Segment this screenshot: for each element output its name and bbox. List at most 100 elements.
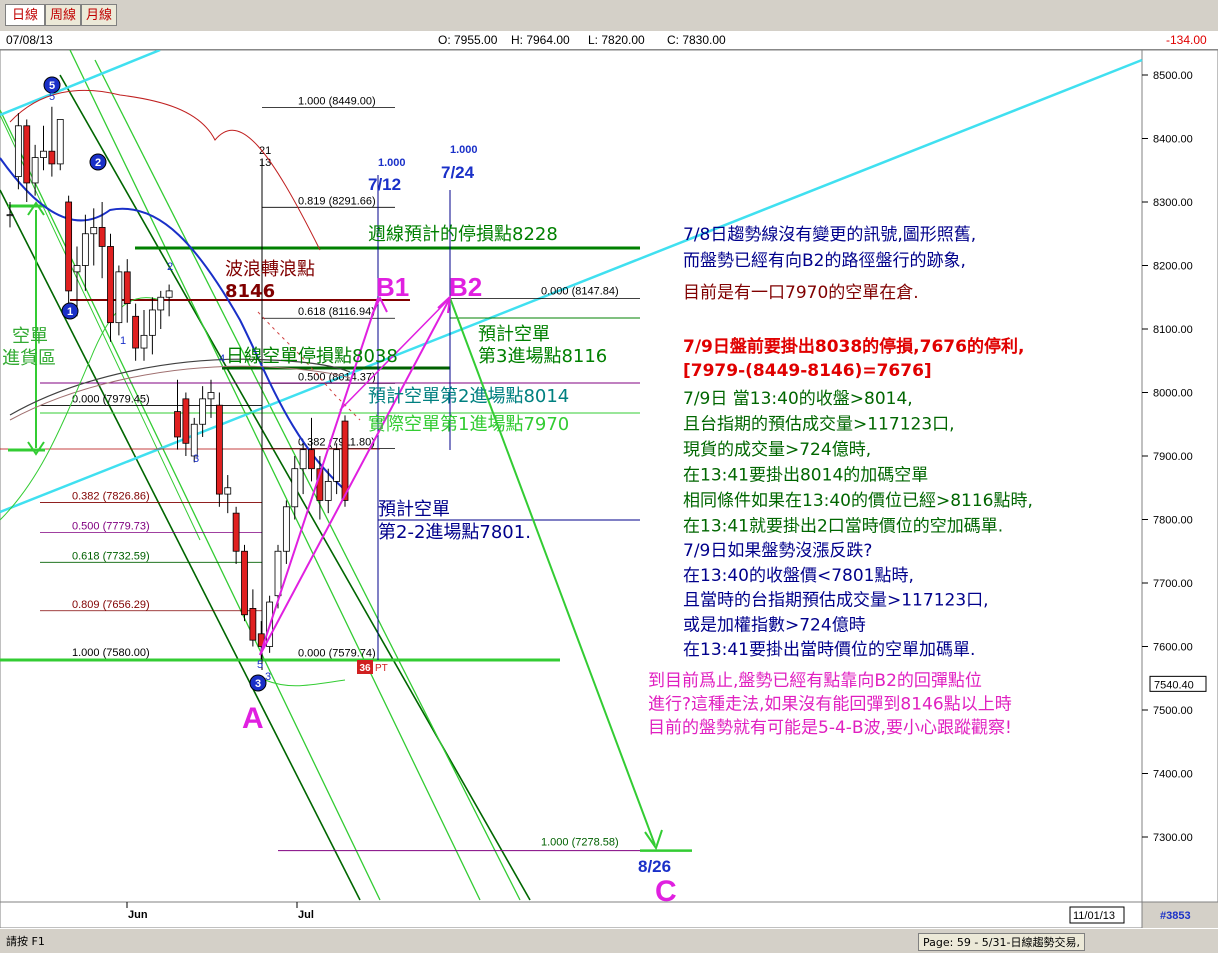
fib-upper-label: 1.000 (8449.00): [298, 95, 376, 107]
time-fib-date-1: 7/12: [368, 175, 401, 194]
candle-body: [48, 150, 56, 165]
fib-upper-label: 0.000 (7579.74): [298, 647, 376, 659]
y-tick-label: 7600.00: [1153, 642, 1193, 654]
note-warning: 目前的盤勢就有可能是5-4-B波,要小心跟蹤觀察!: [648, 718, 1012, 738]
candle-body: [98, 226, 106, 247]
candle-body: [14, 125, 22, 178]
high-value: H: 7964.00: [511, 33, 570, 47]
marker-13: 13: [259, 157, 271, 169]
candle-body: [73, 265, 81, 273]
candle-body: [207, 392, 215, 400]
wave-small-label: 1: [120, 335, 126, 347]
note-trend-line: 7/8日趨勢線沒有變更的訊號,圖形照舊,: [683, 225, 976, 245]
candle-body: [232, 512, 240, 552]
y-tick-label: 7500.00: [1153, 705, 1193, 717]
y-tick-label: 8000.00: [1153, 388, 1193, 400]
fib-lower-label: 1.000 (7580.00): [72, 647, 150, 659]
annotation-plan3-2: 第3進場點8116: [478, 346, 607, 367]
candle-body: [81, 233, 89, 266]
fib-lower-label: 0.000 (7979.45): [72, 394, 150, 406]
candle-body: [224, 487, 232, 495]
candle-body: [65, 201, 73, 292]
annotation-weekly-stop: 週線預計的停損點8228: [368, 224, 558, 245]
pts-badge-label: 36: [359, 663, 371, 674]
candle-body: [6, 214, 14, 217]
candle-body: [148, 309, 156, 336]
note-trend-line: 而盤勢已經有向B2的路徑盤行的跡象,: [683, 251, 966, 271]
note-warning: 到目前爲止,盤勢已經有點靠向B2的回彈點位: [648, 671, 982, 691]
y-tick-label: 7900.00: [1153, 451, 1193, 463]
y-tick-label: 8200.00: [1153, 261, 1193, 273]
y-tick-label: 8100.00: [1153, 324, 1193, 336]
chart-window: 日線 周線 月線 07/08/13 O: 7955.00 H: 7964.00 …: [0, 0, 1218, 953]
plot-area: [0, 50, 1143, 903]
x-label-jun: Jun: [128, 909, 148, 921]
candle-body: [132, 315, 140, 349]
candle-body: [308, 449, 315, 470]
note-add-short: 相同條件如果在13:40的價位已經>8116點時,: [683, 491, 1033, 511]
last-price-label: 7540.40: [1154, 679, 1194, 691]
note-reverse: 在13:40的收盤價<7801點時,: [683, 566, 914, 586]
candle-body: [341, 420, 349, 501]
candle-body: [274, 550, 282, 597]
annotation-plan22-1: 預計空單: [378, 499, 450, 520]
note-add-short: 且台指期的預估成交量>117123口,: [683, 415, 955, 435]
candle-body: [190, 423, 198, 457]
wave-label-a: A: [242, 702, 264, 735]
y-tick-label: 8500.00: [1153, 70, 1193, 82]
annotation-actual1: 實際空單第1進場點7970: [368, 414, 569, 435]
wave-circle-label: 3: [255, 678, 261, 690]
status-bar: 請按 F1 Page: 59 - 5/31-日線趨勢交易,: [0, 928, 1218, 953]
annotation-plan2: 預計空單第2進場點8014: [368, 386, 569, 407]
candle-body: [165, 290, 173, 298]
annotation-short-zone-1: 空單: [12, 326, 48, 347]
fib-upper-label: 0.500 (8014.37): [298, 371, 376, 383]
wave-circle-label: 2: [95, 157, 101, 169]
tab-daily[interactable]: 日線: [5, 4, 45, 26]
y-tick-label: 8400.00: [1153, 134, 1193, 146]
time-fib-date-2: 7/24: [441, 163, 475, 182]
change-value: -134.00: [1166, 33, 1207, 47]
y-tick-label: 7400.00: [1153, 769, 1193, 781]
fib-upper-label: 0.618 (8116.94): [298, 306, 375, 318]
candle-body: [23, 125, 31, 184]
status-page: Page: 59 - 5/31-日線趨勢交易,: [918, 933, 1085, 951]
fib-upper-label: 0.819 (8291.66): [298, 195, 376, 207]
annotation-plan22-2: 第2-2進場點7801.: [378, 522, 531, 543]
status-hint: 請按 F1: [6, 935, 45, 948]
candle-body: [107, 246, 114, 324]
candle-body: [291, 468, 299, 508]
wave-small-label: 4: [219, 353, 225, 365]
note-reverse: 或是加權指數>724億時: [683, 615, 866, 635]
candle-body: [123, 271, 131, 305]
fib-lower-label: 0.500 (7779.73): [72, 520, 150, 532]
tab-weekly[interactable]: 周線: [45, 4, 81, 26]
wave-small-label: 3: [265, 671, 271, 683]
candle-body: [31, 157, 39, 184]
candle-body: [157, 296, 165, 311]
fib-b2-label: 0.000 (8147.84): [541, 286, 619, 298]
annotation-wave-turn: 波浪轉浪點: [225, 259, 315, 280]
end-date-label: 11/01/13: [1073, 910, 1115, 922]
candle-body: [215, 404, 223, 495]
note-add-short: 現貨的成交量>724億時,: [683, 440, 871, 460]
y-tick-label: 7700.00: [1153, 578, 1193, 590]
bar-count-label: #3853: [1160, 910, 1191, 922]
close-value: C: 7830.00: [667, 33, 726, 47]
time-fib-top-2: 1.000: [450, 144, 478, 156]
note-reverse: 且當時的台指期預估成交量>117123口,: [683, 591, 989, 611]
period-tabs: 日線 周線 月線: [0, 0, 1218, 30]
annotation-short-zone-2: 進貨區: [2, 348, 56, 369]
note-add-short: 在13:41就要掛出2口當時價位的空加碼單.: [683, 517, 1003, 537]
note-reverse: 在13:41要掛出當時價位的空單加碼單.: [683, 640, 975, 660]
tab-monthly[interactable]: 月線: [81, 4, 117, 26]
wave-small-label: 3: [193, 453, 199, 465]
candle-body: [90, 226, 98, 235]
candle-body: [174, 411, 181, 438]
note-stop-profit: [7979-(8449-8146)=7676]: [683, 361, 932, 381]
annotation-daily-stop: 日線空單停損點8038: [226, 346, 398, 367]
note-add-short: 在13:41要掛出8014的加碼空單: [683, 466, 928, 486]
fib-lower-label: 0.382 (7826.86): [72, 490, 150, 502]
y-tick-label: 8300.00: [1153, 197, 1193, 209]
candle-body: [115, 271, 123, 324]
